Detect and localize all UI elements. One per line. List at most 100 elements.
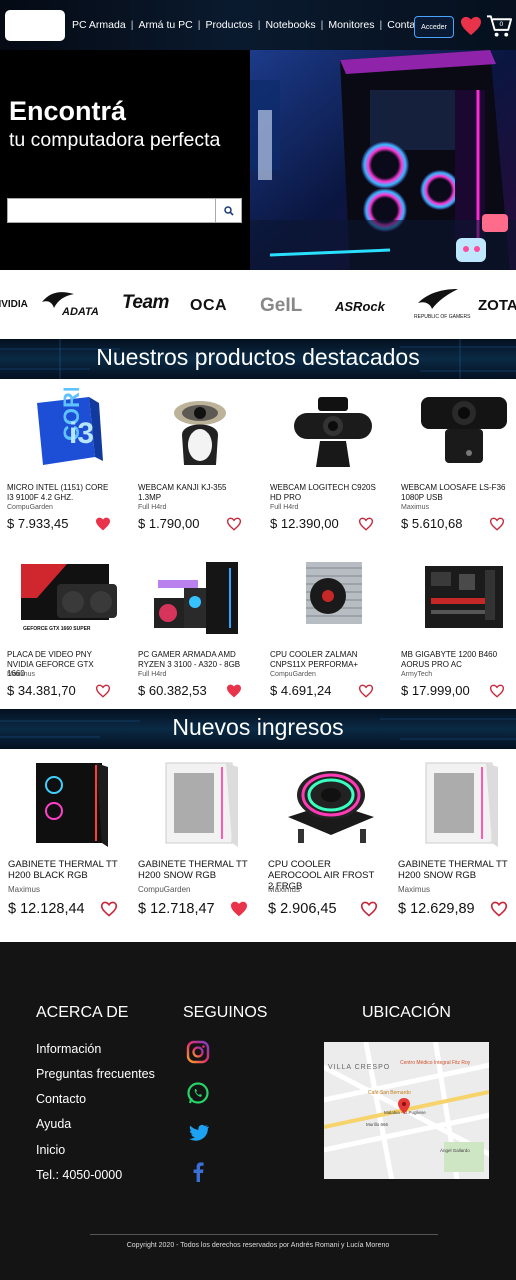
- nav-link-productos[interactable]: Productos: [205, 19, 252, 31]
- brand-logo-team[interactable]: Team: [122, 292, 169, 314]
- product-seller: CompuGarden: [270, 671, 316, 678]
- product-price: $ 4.691,24: [270, 683, 332, 698]
- search-button[interactable]: [215, 199, 241, 222]
- brand-logo-nvidia[interactable]: NVIDIA: [0, 299, 28, 310]
- product-image[interactable]: [401, 388, 516, 474]
- product-name[interactable]: WEBCAM KANJI KJ-355 1.3MP: [138, 483, 244, 502]
- footer-location-title: UBICACIÓN: [362, 1004, 451, 1021]
- product-seller: Maximus: [8, 885, 41, 894]
- product-image[interactable]: [270, 555, 396, 641]
- favorite-heart-icon[interactable]: [489, 517, 505, 531]
- brand-logo-asrock[interactable]: ASRock: [335, 299, 385, 314]
- product-seller: Maximus: [398, 885, 431, 894]
- favorite-heart-filled-icon[interactable]: [226, 684, 242, 698]
- cart-count: 0: [500, 21, 504, 28]
- favorite-heart-icon[interactable]: [489, 684, 505, 698]
- nav-link-pc-armada[interactable]: PC Armada: [72, 19, 126, 31]
- product-card[interactable]: GABINETE THERMAL TT H200 BLACK RGB Maximu…: [8, 756, 134, 926]
- footer-copyright: Copyright 2020 - Todos los derechos rese…: [126, 1242, 390, 1249]
- footer-link-inicio[interactable]: Inicio: [36, 1143, 65, 1157]
- product-image[interactable]: [401, 555, 516, 641]
- product-card[interactable]: GEFORCE GTX 1660 SUPER PLACA DE VIDEO PNY…: [7, 555, 133, 705]
- favorite-heart-icon[interactable]: [95, 684, 111, 698]
- product-card[interactable]: CPU COOLER AEROCOOL AIR FROST 2 FRGB Maxi…: [268, 756, 394, 926]
- nav-links: PC Armada | Armá tu PC | Productos | Notebo…: [72, 19, 430, 31]
- product-seller: Maximus: [401, 504, 430, 511]
- favorite-heart-icon[interactable]: [100, 901, 118, 917]
- footer-link-preguntas-frecuentes[interactable]: Preguntas frecuentes: [36, 1067, 155, 1081]
- footer-divider: [90, 1234, 438, 1235]
- brand-logo-oca[interactable]: OCA: [190, 297, 227, 315]
- product-image[interactable]: [398, 756, 516, 852]
- product-price: $ 12.629,89: [398, 901, 475, 917]
- favorite-heart-icon[interactable]: [226, 517, 242, 531]
- favorite-heart-icon[interactable]: [490, 901, 508, 917]
- brand-logos-strip: NVIDIA ADATA Team OCA GeIL ASRock REPUBL…: [0, 270, 516, 338]
- whatsapp-icon[interactable]: [186, 1081, 210, 1105]
- instagram-icon[interactable]: [186, 1040, 210, 1064]
- product-image[interactable]: [138, 388, 264, 474]
- product-seller: Full H4rd: [270, 504, 299, 511]
- product-image[interactable]: [8, 756, 134, 852]
- product-name[interactable]: WEBCAM LOGITECH C920S HD PRO: [270, 483, 376, 502]
- product-image[interactable]: GEFORCE GTX 1660 SUPER: [7, 555, 133, 641]
- location-map[interactable]: VILLA CRESPO Centro Médico Integral Fitz…: [324, 1042, 489, 1179]
- facebook-icon[interactable]: [186, 1160, 210, 1184]
- top-navbar: PC Armada | Armá tu PC | Productos | Notebo…: [0, 0, 516, 50]
- product-name[interactable]: WEBCAM LOOSAFE LS-F36 1080P USB: [401, 483, 507, 502]
- search-input[interactable]: [8, 199, 216, 222]
- map-label-cafe: Café San Bernardo: [368, 1090, 411, 1096]
- site-footer: ACERCA DE SEGUINOS UBICACIÓN Información…: [0, 942, 516, 1280]
- product-name[interactable]: MB GIGABYTE 1200 B460 AORUS PRO AC: [401, 650, 507, 669]
- twitter-icon[interactable]: [186, 1121, 210, 1145]
- favorite-heart-icon[interactable]: [358, 517, 374, 531]
- footer-link-informacion[interactable]: Información: [36, 1042, 101, 1056]
- product-name[interactable]: GABINETE THERMAL TT H200 SNOW RGB: [398, 859, 510, 881]
- product-card[interactable]: WEBCAM LOOSAFE LS-F36 1080P USB Maximus $ …: [401, 388, 516, 538]
- nav-link-arma-tu-pc[interactable]: Armá tu PC: [138, 19, 192, 31]
- product-image[interactable]: [138, 756, 264, 852]
- favorite-heart-icon[interactable]: [358, 684, 374, 698]
- product-price: $ 12.718,47: [138, 901, 215, 917]
- favorite-heart-filled-icon[interactable]: [230, 901, 248, 917]
- new-arrivals-section-header: Nuevos ingresos: [0, 709, 516, 749]
- product-card[interactable]: WEBCAM LOGITECH C920S HD PRO Full H4rd $ 1…: [270, 388, 396, 538]
- footer-about-title: ACERCA DE: [36, 1004, 129, 1021]
- brand-logo-zotac[interactable]: ZOTAC: [478, 297, 516, 314]
- featured-section-header: Nuestros productos destacados: [0, 339, 516, 379]
- product-card[interactable]: GABINETE THERMAL TT H200 SNOW RGB Maximus…: [398, 756, 516, 926]
- product-image[interactable]: CORE i3: [7, 377, 133, 474]
- product-name[interactable]: GABINETE THERMAL TT H200 SNOW RGB: [138, 859, 250, 881]
- product-image[interactable]: [270, 388, 396, 474]
- product-name[interactable]: CPU COOLER ZALMAN CNPS11X PERFORMA+: [270, 650, 376, 669]
- product-price: $ 5.610,68: [401, 516, 463, 531]
- product-image[interactable]: [268, 756, 394, 852]
- product-card[interactable]: CORE i3 MICRO INTEL (1151) CORE I3 9100F 4…: [7, 377, 133, 538]
- footer-follow-title: SEGUINOS: [183, 1004, 268, 1021]
- product-card[interactable]: GABINETE THERMAL TT H200 SNOW RGB CompuGa…: [138, 756, 264, 926]
- product-card[interactable]: CPU COOLER ZALMAN CNPS11X PERFORMA+ Compu…: [270, 555, 396, 705]
- login-button[interactable]: Acceder: [414, 16, 454, 38]
- footer-link-ayuda[interactable]: Ayuda: [36, 1117, 71, 1131]
- product-card[interactable]: WEBCAM KANJI KJ-355 1.3MP Full H4rd $ 1.79…: [138, 388, 264, 538]
- product-image[interactable]: [138, 555, 264, 641]
- site-logo[interactable]: [5, 10, 65, 41]
- favorite-heart-filled-icon[interactable]: [95, 517, 111, 531]
- product-name[interactable]: MICRO INTEL (1151) CORE I3 9100F 4.2 GHZ…: [7, 483, 113, 502]
- product-price: $ 7.933,45: [7, 516, 69, 531]
- product-name[interactable]: GABINETE THERMAL TT H200 BLACK RGB: [8, 859, 120, 881]
- favorite-heart-icon[interactable]: [360, 901, 378, 917]
- product-card[interactable]: MB GIGABYTE 1200 B460 AORUS PRO AC ArmyTe…: [401, 555, 516, 705]
- nav-link-monitores[interactable]: Monitores: [328, 19, 374, 31]
- rog-eye-icon: [418, 289, 458, 309]
- nav-link-notebooks[interactable]: Notebooks: [265, 19, 315, 31]
- cart-icon[interactable]: 0: [486, 13, 513, 39]
- hero-search: [7, 198, 242, 223]
- footer-link-contacto[interactable]: Contacto: [36, 1092, 86, 1106]
- product-card[interactable]: PC GAMER ARMADA AMD RYZEN 3 3100 - A320 …: [138, 555, 264, 705]
- brand-logo-rog[interactable]: REPUBLIC OF GAMERS: [414, 314, 470, 320]
- product-price: $ 17.999,00: [401, 683, 470, 698]
- favorites-heart-icon[interactable]: [460, 16, 482, 36]
- brand-logo-geil[interactable]: GeIL: [260, 295, 302, 317]
- hero-gaming-pc-image: [250, 50, 516, 270]
